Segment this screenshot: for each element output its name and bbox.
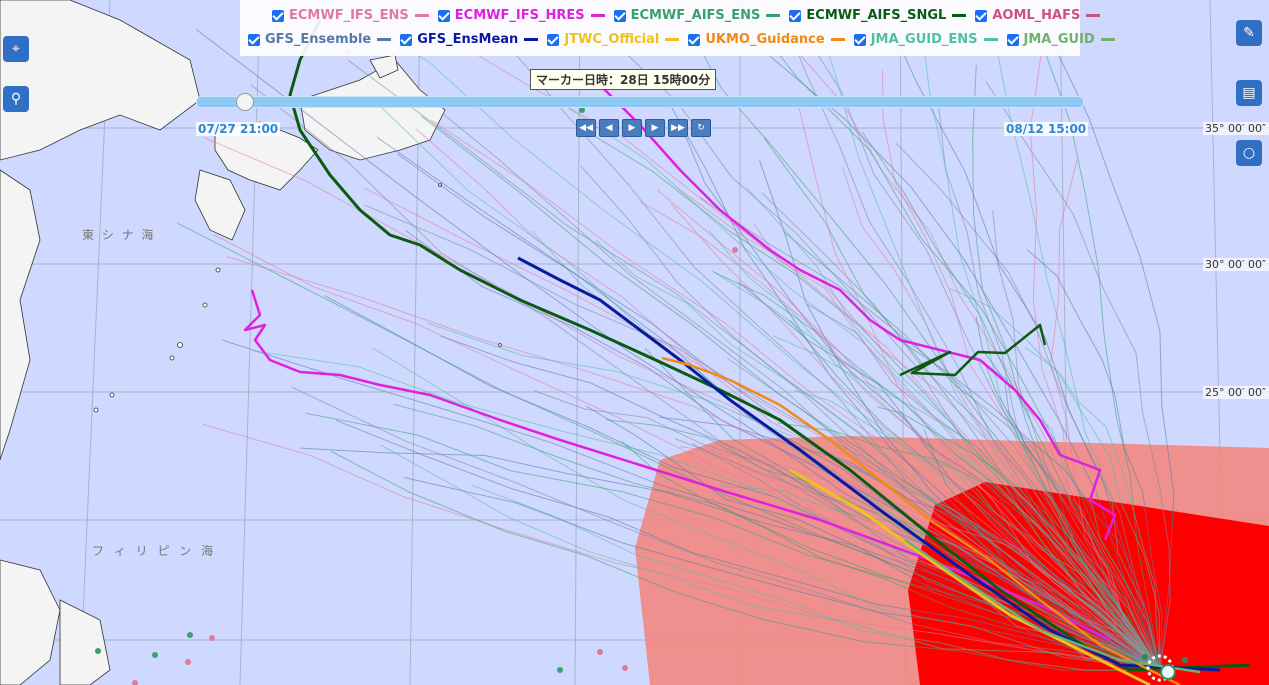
step-forward-button[interactable]: ▶ bbox=[645, 119, 665, 137]
legend-label: JMA_GUID_ENS bbox=[870, 32, 978, 47]
legend-swatch bbox=[377, 38, 392, 41]
legend-checkbox[interactable] bbox=[613, 9, 626, 22]
sea-label-east-china: 東 シ ナ 海 bbox=[82, 228, 156, 242]
legend-swatch bbox=[1100, 38, 1115, 41]
timeline-start-label: 07/27 21:00 bbox=[196, 122, 281, 136]
map-icon[interactable]: ▤ bbox=[1236, 80, 1262, 106]
search-icon[interactable]: ⚲ bbox=[3, 86, 29, 112]
legend-item-jtwc-official[interactable]: JTWC_Official bbox=[547, 32, 680, 47]
legend-checkbox[interactable] bbox=[547, 33, 560, 46]
legend-label: ECMWF_AIFS_ENS bbox=[630, 8, 761, 23]
timeline-end-label: 08/12 15:00 bbox=[1004, 122, 1089, 136]
lat-label-30: 30° 00′ 00″ N bbox=[1203, 258, 1269, 271]
legend-swatch bbox=[665, 38, 680, 41]
lat-label-35: 35° 00′ 00″ N bbox=[1203, 122, 1269, 135]
legend-checkbox[interactable] bbox=[853, 33, 866, 46]
legend-checkbox[interactable] bbox=[789, 9, 802, 22]
legend-item-jma-guid-ens[interactable]: JMA_GUID_ENS bbox=[853, 32, 998, 47]
circle-icon[interactable]: ○ bbox=[1236, 140, 1262, 166]
legend-item-gfs-ensemble[interactable]: GFS_Ensemble bbox=[248, 32, 392, 47]
legend-row-1: ECMWF_IFS_ENS ECMWF_IFS_HRES ECMWF_AIFS_EN… bbox=[272, 8, 1109, 23]
legend-item-jma-guid[interactable]: JMA_GUID bbox=[1006, 32, 1115, 47]
legend-item-ecmwf-ifs-ens[interactable]: ECMWF_IFS_ENS bbox=[272, 8, 429, 23]
legend-item-ukmo-guidance[interactable]: UKMO_Guidance bbox=[688, 32, 845, 47]
legend-row-2: GFS_Ensemble GFS_EnsMean JTWC_Official UKMO… bbox=[248, 32, 1124, 47]
legend-label: GFS_EnsMean bbox=[417, 32, 519, 47]
timeline-slider[interactable] bbox=[196, 96, 1084, 108]
legend-swatch bbox=[766, 14, 781, 17]
timeline-slider-thumb[interactable] bbox=[236, 93, 254, 111]
legend-swatch bbox=[524, 38, 539, 41]
skip-first-button[interactable]: ◀◀ bbox=[576, 119, 596, 137]
legend-checkbox[interactable] bbox=[1006, 33, 1019, 46]
legend-item-ecmwf-aifs-sngl[interactable]: ECMWF_AIFS_SNGL bbox=[789, 8, 967, 23]
legend-label: JMA_GUID bbox=[1023, 32, 1095, 47]
skip-last-button[interactable]: ▶▶ bbox=[668, 119, 688, 137]
legend-label: ECMWF_IFS_HRES bbox=[454, 8, 585, 23]
legend-label: ECMWF_AIFS_SNGL bbox=[806, 8, 947, 23]
model-legend: ECMWF_IFS_ENS ECMWF_IFS_HRES ECMWF_AIFS_EN… bbox=[240, 0, 1115, 56]
legend-swatch bbox=[952, 14, 967, 17]
legend-item-ecmwf-ifs-hres[interactable]: ECMWF_IFS_HRES bbox=[437, 8, 605, 23]
legend-swatch bbox=[983, 38, 998, 41]
legend-checkbox[interactable] bbox=[975, 9, 988, 22]
legend-swatch bbox=[830, 38, 845, 41]
legend-swatch bbox=[590, 14, 605, 17]
legend-label: AOML_HAFS bbox=[992, 8, 1081, 23]
legend-swatch bbox=[1086, 14, 1101, 17]
lat-label-25: 25° 00′ 00″ N bbox=[1203, 386, 1269, 399]
sea-label-philippine: フ ィ リ ピ ン 海 bbox=[92, 544, 217, 558]
legend-swatch bbox=[414, 14, 429, 17]
legend-checkbox[interactable] bbox=[272, 9, 284, 22]
legend-label: JTWC_Official bbox=[564, 32, 660, 47]
play-button[interactable]: ▶ bbox=[622, 119, 642, 137]
legend-label: GFS_Ensemble bbox=[265, 32, 372, 47]
locate-icon[interactable]: ⌖ bbox=[3, 36, 29, 62]
legend-item-ecmwf-aifs-ens[interactable]: ECMWF_AIFS_ENS bbox=[613, 8, 781, 23]
legend-checkbox[interactable] bbox=[248, 33, 260, 46]
legend-item-gfs-ensmean[interactable]: GFS_EnsMean bbox=[400, 32, 539, 47]
eraser-icon[interactable]: ✎ bbox=[1236, 20, 1262, 46]
playback-controls: ◀◀ ◀ ▶ ▶ ▶▶ ↻ bbox=[576, 119, 711, 137]
legend-checkbox[interactable] bbox=[437, 9, 450, 22]
marker-datetime: マーカー日時：28日 15時00分 bbox=[530, 69, 717, 90]
legend-label: UKMO_Guidance bbox=[705, 32, 825, 47]
legend-item-aoml-hafs[interactable]: AOML_HAFS bbox=[975, 8, 1101, 23]
legend-checkbox[interactable] bbox=[400, 33, 413, 46]
step-back-button[interactable]: ◀ bbox=[599, 119, 619, 137]
legend-checkbox[interactable] bbox=[688, 33, 701, 46]
legend-label: ECMWF_IFS_ENS bbox=[289, 8, 409, 23]
reset-button[interactable]: ↻ bbox=[691, 119, 711, 137]
